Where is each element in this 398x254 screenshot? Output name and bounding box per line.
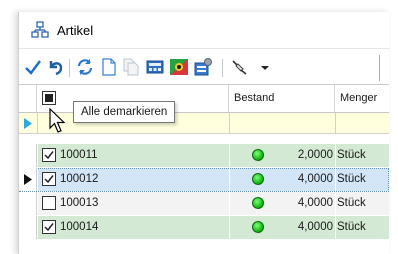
row-checkbox[interactable] [42,196,56,210]
toolbar-separator [379,55,380,81]
copy-icon[interactable] [121,57,141,77]
stock-quantity: 4,0000 [297,197,333,209]
toolbar [19,48,389,85]
check-icon[interactable] [23,57,43,77]
article-number: 100012 [60,173,99,185]
unit: Stück [337,173,366,185]
article-number: 100013 [60,197,99,209]
table-row[interactable]: 100012 4,0000 Stück [19,168,389,192]
new-document-icon[interactable] [99,57,119,77]
dropdown-arrow-icon[interactable] [255,57,275,77]
row-indicator[interactable] [19,216,37,239]
select-all-checkbox[interactable] [42,91,56,105]
table-row[interactable]: 100013 4,0000 Stück [19,192,389,216]
table-row[interactable]: 100014 4,0000 Stück [19,216,389,240]
article-window: Artikel Bestand Menger 100011 2,0000 Stü… [18,12,389,254]
table-row[interactable]: 100011 2,0000 Stück [19,144,389,168]
current-row-arrow-icon [24,174,32,185]
column-header-quantity[interactable]: Menger [335,85,389,112]
stock-quantity: 2,0000 [297,149,333,161]
select-all-tooltip: Alle demarkieren [73,101,176,123]
unit: Stück [337,221,366,233]
calculator-icon[interactable] [145,57,165,77]
row-indicator[interactable] [19,192,37,215]
checkmark-icon [44,175,54,184]
article-number: 100014 [60,221,99,233]
article-number: 100011 [60,149,98,161]
row-checkbox[interactable] [42,148,56,162]
toolbar-separator [69,59,70,77]
row-indicator[interactable] [19,144,37,167]
title-bar: Artikel [19,12,389,48]
unit: Stück [337,149,366,161]
pin-icon[interactable] [229,57,249,77]
partial-check-icon [45,94,53,102]
article-hierarchy-icon [31,21,49,38]
row-indicator[interactable] [19,168,37,191]
properties-icon[interactable] [193,57,213,77]
checkmark-icon [44,151,54,160]
refresh-icon[interactable] [75,57,95,77]
row-indicator-header [19,85,37,112]
row-checkbox[interactable] [42,172,56,186]
toolbar-separator [222,59,223,77]
unit: Stück [337,197,366,209]
row-checkbox[interactable] [42,220,56,234]
undo-icon[interactable] [45,57,65,77]
stock-quantity: 4,0000 [297,221,333,233]
stock-quantity: 4,0000 [297,173,333,185]
filter-row-arrow-icon [24,118,32,129]
window-title: Artikel [57,22,94,38]
checkmark-icon [44,223,54,232]
column-header-stock[interactable]: Bestand [229,85,335,112]
color-palette-icon[interactable] [169,57,189,77]
mouse-cursor-icon [49,108,66,133]
